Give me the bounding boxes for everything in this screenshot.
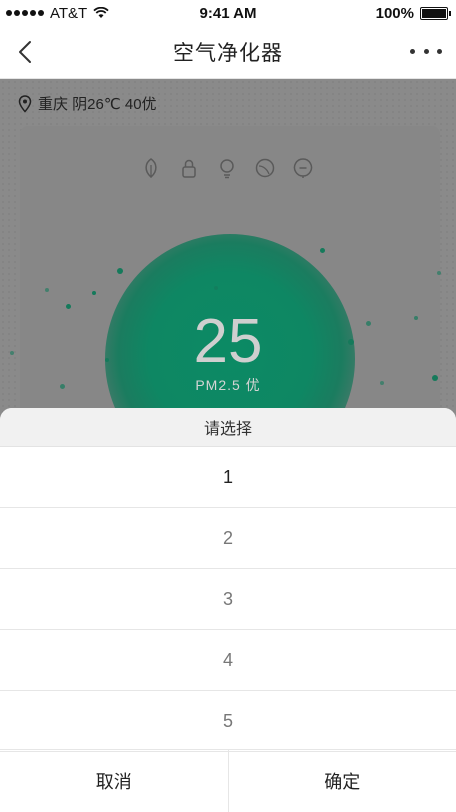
light-icon[interactable]: [216, 157, 238, 179]
particle-dot: [45, 288, 49, 292]
mode-icons: [140, 157, 314, 179]
picker-sheet: 请选择 1 2 3 4 5 取消 确定: [0, 408, 456, 812]
location-text: 重庆 阴26℃ 40优: [38, 96, 157, 113]
particle-dot: [437, 271, 441, 275]
more-button[interactable]: [410, 40, 442, 62]
leaf-mode-icon[interactable]: [140, 157, 162, 179]
picker-title: 请选择: [0, 408, 456, 447]
battery-icon: [420, 6, 451, 20]
status-left: AT&T: [0, 5, 109, 22]
back-button[interactable]: [14, 38, 40, 66]
particle-dot: [66, 304, 71, 309]
more-icon: [410, 48, 415, 54]
particle-dot: [414, 316, 418, 320]
particle-dot: [348, 339, 354, 345]
nav-bar: 空气净化器: [0, 26, 456, 79]
page-title: 空气净化器: [173, 42, 283, 65]
status-bar: AT&T 9:41 AM 100%: [0, 0, 456, 26]
wifi-icon: [93, 7, 109, 18]
signal-icon: [6, 10, 44, 16]
picker-option-2[interactable]: 2: [0, 508, 456, 569]
status-right: 100%: [376, 5, 456, 22]
lock-icon[interactable]: [178, 157, 200, 179]
picker-option-4[interactable]: 4: [0, 630, 456, 691]
picker-buttons: 取消 确定: [0, 749, 456, 812]
battery-label: 100%: [375, 4, 414, 22]
particle-dot: [366, 321, 371, 326]
particle-dot: [117, 268, 123, 274]
back-icon: [19, 41, 31, 63]
particle-dot: [320, 248, 325, 253]
picker-option-1[interactable]: 1: [0, 447, 456, 508]
particle-dot: [380, 381, 384, 385]
particle-dot: [105, 358, 109, 362]
location-row: 重庆 阴26℃ 40优: [18, 93, 157, 114]
particle-dot: [432, 375, 438, 381]
picker-option-5[interactable]: 5: [0, 691, 456, 752]
particle-dot: [60, 384, 65, 389]
pm25-value: 25: [193, 307, 263, 376]
confirm-button[interactable]: 确定: [227, 750, 456, 812]
carrier-label: AT&T: [50, 4, 88, 22]
sleep-mode-icon[interactable]: [254, 157, 276, 179]
minus-mode-icon[interactable]: [292, 157, 314, 179]
particle-dot: [214, 286, 218, 290]
cancel-button[interactable]: 取消: [0, 750, 228, 812]
picker-option-3[interactable]: 3: [0, 569, 456, 630]
picker-options: 1 2 3 4 5: [0, 447, 456, 752]
location-pin-icon: [18, 94, 32, 113]
particle-dot: [10, 351, 14, 355]
particle-dot: [92, 291, 96, 295]
pm25-label: PM2.5 优: [195, 377, 261, 393]
